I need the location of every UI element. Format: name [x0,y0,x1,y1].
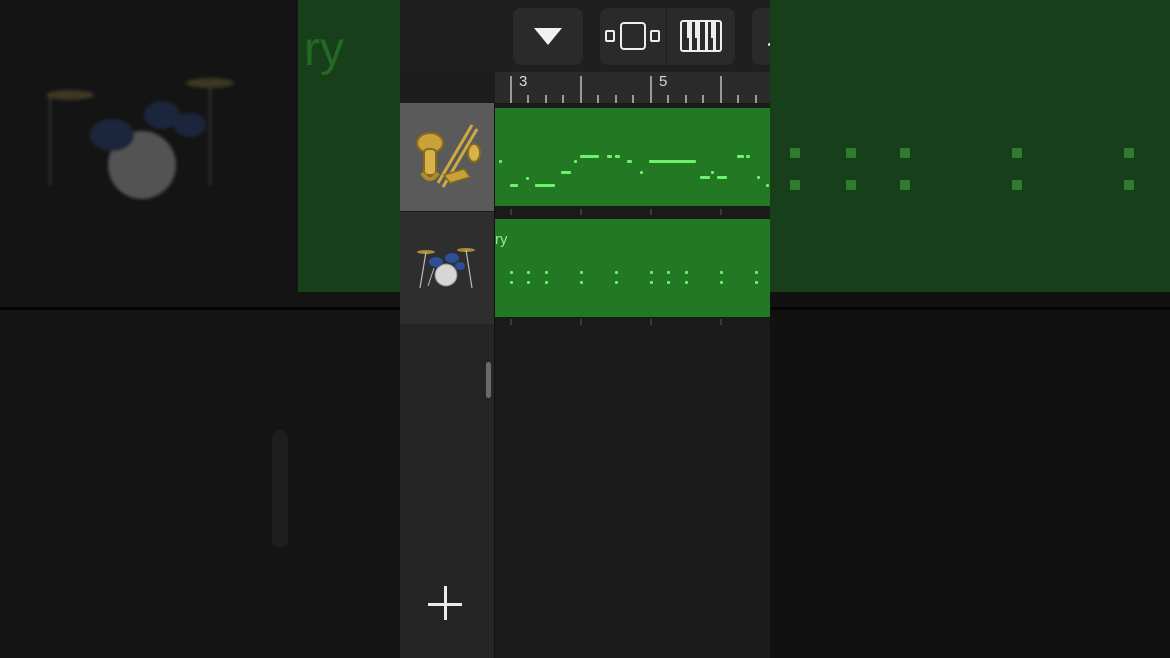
drum-hit [580,271,583,274]
background-note [846,180,856,190]
track-header-brass[interactable] [400,103,494,211]
track-lane-drums: ry [495,215,770,325]
background-note [900,148,910,158]
ruler-bar-number: 5 [659,73,668,90]
midi-note [510,184,518,187]
metronome-button[interactable]: ♩ [752,8,770,65]
piano-roll-button[interactable] [667,8,735,65]
midi-note [535,184,555,187]
background-divider [770,307,1170,310]
midi-note [757,176,760,179]
ruler-tick [720,76,722,104]
toolbar: ♩ [400,0,770,72]
partial-glyph-icon: ♩ [766,30,770,50]
drum-hit [615,271,618,274]
garageband-tracks-view: ♩ 3 5 [400,0,770,658]
midi-note [574,160,577,163]
region-label: ry [495,231,508,248]
ruler-bar-number: 3 [519,73,528,90]
background-blur-right [770,0,1170,658]
drum-hit [650,271,653,274]
region-drums[interactable]: ry [495,219,770,317]
background-note [790,148,800,158]
background-note [1012,148,1022,158]
midi-note [580,155,599,158]
midi-note [607,155,612,158]
drum-hit [755,271,758,274]
midi-note [615,155,620,158]
midi-note [700,176,710,179]
timeline-ruler[interactable]: 3 5 [495,72,770,104]
tracks-view-button[interactable] [600,8,666,65]
drum-hit [527,281,530,284]
background-note [790,180,800,190]
add-track-button[interactable] [428,586,466,624]
drum-hit [720,271,723,274]
background-ghost-label: ry [304,23,344,76]
midi-note [711,171,714,174]
track-lane-brass [495,103,770,215]
ruler-tick [510,76,512,104]
drum-hit [615,281,618,284]
track-header-drums[interactable] [400,211,494,324]
drum-hit [510,281,513,284]
drum-hit [685,271,688,274]
drum-hit [720,281,723,284]
ruler-tick [580,76,582,104]
drum-hit [650,281,653,284]
drum-hit [580,281,583,284]
background-note [1124,180,1134,190]
midi-note [766,184,769,187]
brass-instrument-icon [416,124,481,188]
midi-note [640,171,643,174]
drum-hit [685,281,688,284]
midi-note [717,176,727,179]
ruler-tick [650,76,652,104]
drum-kit-icon [417,248,475,289]
midi-note [746,155,750,158]
midi-note [561,171,571,174]
track-header-column [400,103,494,658]
background-drum-kit-icon [46,78,234,199]
drum-hit [545,271,548,274]
midi-note [526,177,529,180]
drum-hit [755,281,758,284]
dropdown-button[interactable] [513,8,583,65]
midi-note [627,160,632,163]
triangle-down-icon [534,28,562,45]
background-note [900,180,910,190]
midi-note [499,160,502,163]
midi-note [649,160,696,163]
region-brass[interactable] [495,108,770,206]
background-scrollbar [272,430,288,548]
midi-note [737,155,744,158]
track-list-scrollbar[interactable] [486,362,491,398]
drum-hit [527,271,530,274]
drum-hit [545,281,548,284]
empty-track-area[interactable] [495,325,770,658]
drum-hit [510,271,513,274]
drum-hit [667,271,670,274]
background-blur-left: ry [0,0,400,658]
background-divider [0,307,400,310]
background-note [1124,148,1134,158]
piano-keys-icon [680,20,722,52]
drum-hit [667,281,670,284]
background-note [1012,180,1022,190]
background-note [846,148,856,158]
background-region-strip [770,0,1170,292]
